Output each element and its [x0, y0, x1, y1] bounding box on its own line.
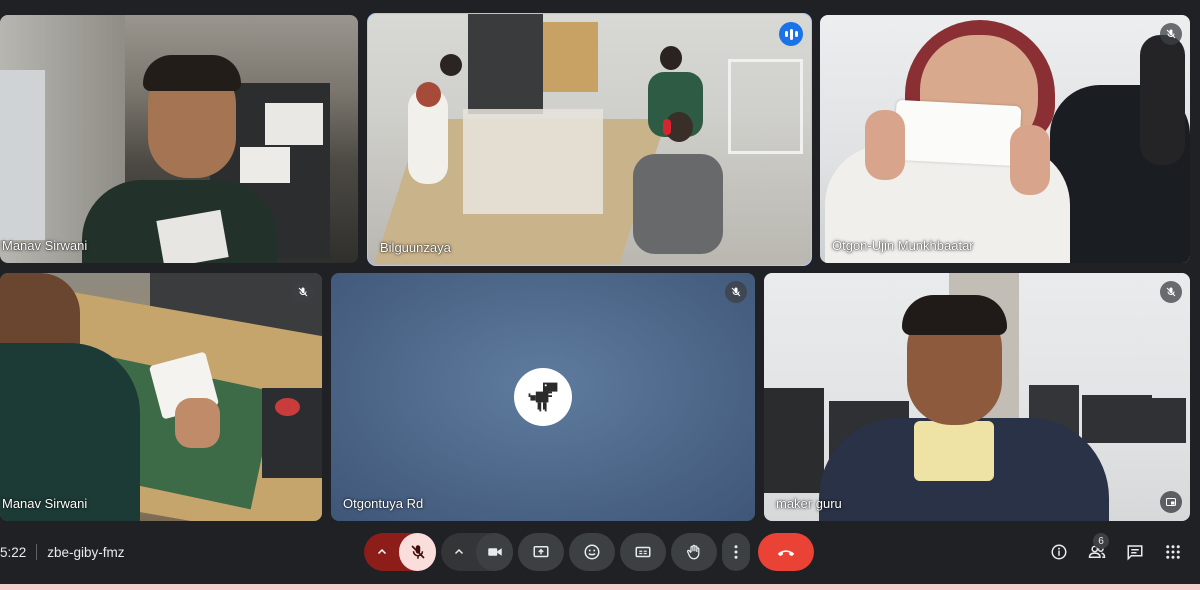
- more-options-icon[interactable]: [722, 533, 750, 571]
- chat-icon[interactable]: [1125, 542, 1145, 562]
- mic-off-icon[interactable]: [399, 533, 436, 571]
- participant-name: Manav Sirwani: [2, 496, 88, 511]
- participant-name: Bilguunzaya: [380, 240, 451, 255]
- activities-icon[interactable]: [1163, 542, 1183, 562]
- window-edge: [0, 584, 1200, 590]
- video-feed: [0, 15, 358, 263]
- participant-tile[interactable]: Manav Sirwani: [0, 15, 358, 263]
- captions-icon[interactable]: [620, 533, 666, 571]
- people-icon[interactable]: 6: [1087, 533, 1109, 562]
- meet-stage: Manav Sirwani Bilguunzaya Otgon-Ujin Mun…: [0, 0, 1200, 590]
- video-feed: [820, 15, 1190, 263]
- emoji-icon[interactable]: [569, 533, 615, 571]
- participant-tile[interactable]: maker guru: [764, 273, 1190, 521]
- end-call-icon[interactable]: [758, 533, 814, 571]
- meeting-code: zbe-giby-fmz: [47, 544, 125, 560]
- picture-in-picture-icon[interactable]: [1160, 491, 1182, 513]
- video-feed: [764, 273, 1190, 521]
- info-icon[interactable]: [1049, 542, 1069, 562]
- mic-muted-icon: [1160, 23, 1182, 45]
- participant-name: Otgontuya Rd: [343, 496, 424, 511]
- participant-tile[interactable]: Bilguunzaya: [367, 13, 812, 266]
- people-count-badge: 6: [1093, 533, 1109, 549]
- meeting-details: 5:22 zbe-giby-fmz: [0, 544, 125, 560]
- present-screen-icon[interactable]: [518, 533, 564, 571]
- mic-muted-icon: [725, 281, 747, 303]
- video-feed: [0, 273, 322, 521]
- video-feed: [368, 14, 811, 265]
- camera-control-group: [441, 533, 513, 571]
- participant-tile[interactable]: Otgontuya Rd: [331, 273, 755, 521]
- camera-icon[interactable]: [476, 533, 513, 571]
- mic-muted-icon: [1160, 281, 1182, 303]
- participant-tile[interactable]: Manav Sirwani: [0, 273, 322, 521]
- participant-name: Otgon-Ujin Munkhbaatar: [832, 238, 974, 253]
- participant-tile[interactable]: Otgon-Ujin Munkhbaatar: [820, 15, 1190, 263]
- speaking-indicator-icon: [779, 22, 803, 46]
- meeting-time: 5:22: [0, 544, 27, 560]
- raise-hand-icon[interactable]: [671, 533, 717, 571]
- chevron-up-icon[interactable]: [441, 533, 476, 571]
- dinosaur-icon: [514, 368, 572, 426]
- mic-muted-icon: [292, 281, 314, 303]
- chevron-up-icon[interactable]: [364, 533, 399, 571]
- divider: [36, 544, 38, 560]
- mic-control-group: [364, 533, 436, 571]
- participant-name: maker guru: [776, 496, 842, 511]
- participant-name: Manav Sirwani: [2, 238, 88, 253]
- meeting-controls-bar: 5:22 zbe-giby-fmz 6: [0, 528, 1200, 584]
